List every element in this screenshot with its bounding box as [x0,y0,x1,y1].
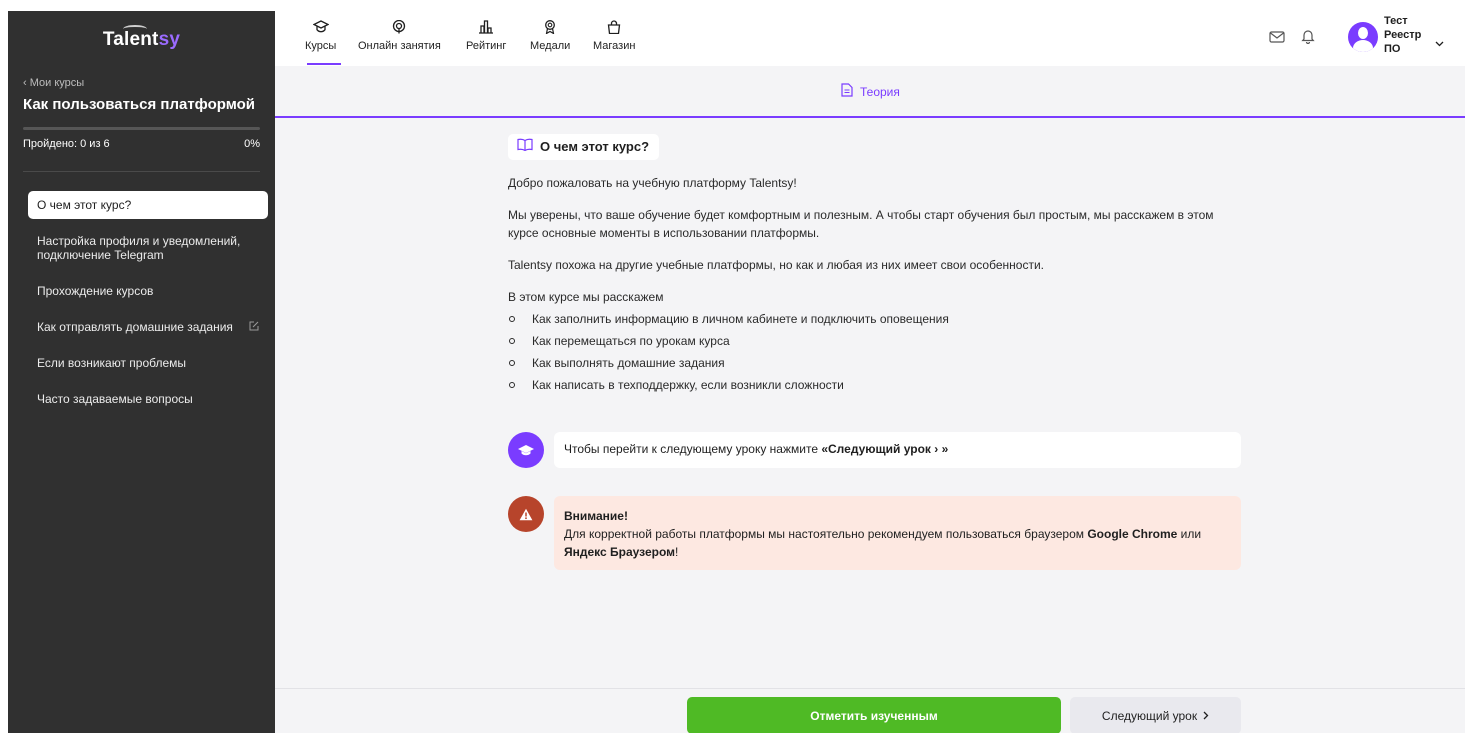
nav-label: Курсы [305,40,337,52]
back-to-my-courses-link[interactable]: ‹ Мои курсы [23,77,84,89]
nav-item-courses[interactable]: Курсы [305,20,336,52]
lesson-label: Прохождение курсов [37,284,154,298]
user-name-line: Реестр [1384,29,1422,41]
tab-theory[interactable]: Теория [841,83,900,100]
list-item: Как перемещаться по урокам курса [508,332,1243,350]
lesson-body: О чем этот курс? Добро пожаловать на уче… [508,134,1243,398]
active-nav-indicator [307,63,341,65]
warning-browser-chrome: Google Chrome [1087,527,1178,541]
lesson-label: Если возникают проблемы [37,356,187,370]
sidebar-divider [23,171,260,172]
section-title-chip: О чем этот курс? [508,134,660,160]
tip-prefix: Чтобы перейти к следующему уроку нажмите [564,442,822,456]
lesson-item-problems[interactable]: Если возникают проблемы [28,349,268,377]
lesson-item-taking-courses[interactable]: Прохождение курсов [28,277,268,305]
lesson-label: Как отправлять домашние задания [37,320,233,334]
lesson-item-about-course[interactable]: О чем этот курс? [28,191,268,219]
nav-item-online-classes[interactable]: Онлайн занятия [358,19,441,52]
logo-swoosh [123,25,147,33]
topics-intro: В этом курсе мы расскажем [508,290,664,304]
document-icon [841,83,853,100]
user-name-line: Тест [1384,15,1408,27]
lesson-tab-bar: Теория [275,66,1465,118]
lesson-list: О чем этот курс? Настройка профиля и уве… [28,191,268,421]
user-name[interactable]: Тест Реестр ПО [1384,14,1434,56]
lesson-item-profile-setup[interactable]: Настройка профиля и уведомлений, подключ… [28,227,268,269]
lesson-item-homework[interactable]: Как отправлять домашние задания [28,313,268,341]
nav-label: Магазин [593,40,636,52]
nav-item-rating[interactable]: Рейтинг [466,20,506,52]
course-title: Как пользоваться платформой [23,96,256,113]
list-item: Как выполнять домашние задания [508,354,1243,372]
features-paragraph: Talentsy похожа на другие учебные платфо… [508,258,1044,272]
chevron-down-icon[interactable] [1435,34,1444,52]
lesson-label: О чем этот курс? [37,198,132,212]
list-item: Как заполнить информацию в личном кабине… [508,310,1243,328]
tip-text: Чтобы перейти к следующему уроку нажмите… [554,432,1241,468]
talentsy-logo[interactable]: Talent sy [8,11,275,69]
lesson-footer: Отметить изученным Следующий урок [275,688,1465,733]
warning-text-part: ! [675,545,679,559]
mail-icon[interactable] [1269,30,1285,48]
avatar-head-shape [1358,27,1368,39]
nav-label: Рейтинг [466,40,507,52]
nav-item-medals[interactable]: Медали [530,20,570,52]
warning-text-part: Для корректной работы платформы мы насто… [564,527,1088,541]
next-lesson-button[interactable]: Следующий урок [1070,697,1241,733]
avatar[interactable] [1348,22,1378,52]
progress-label: Пройдено: 0 из 6 [23,138,110,150]
next-lesson-tip: Чтобы перейти к следующему уроку нажмите… [508,432,1241,470]
browser-warning: Внимание! Для корректной работы платформ… [508,496,1241,570]
warning-text-part: или [1177,527,1202,541]
chevron-right-icon [1203,709,1209,723]
lesson-label: Настройка профиля и уведомлений, подключ… [37,234,241,262]
bell-icon[interactable] [1301,28,1315,49]
sidebar: Talent sy ‹ Мои курсы Как пользоваться пл… [8,11,275,733]
progress-percent: 0% [244,138,260,150]
next-lesson-label: Следующий урок [1101,708,1198,723]
warning-browser-yandex: Яндекс Браузером [564,545,676,559]
edit-icon [248,320,260,335]
nav-item-shop[interactable]: Магазин [593,20,635,52]
shopping-bag-icon [606,20,622,40]
warning-text: Внимание! Для корректной работы платформ… [554,496,1241,570]
warning-title: Внимание! [564,509,628,523]
graduation-cap-icon [312,20,330,40]
tab-theory-label: Теория [860,84,900,99]
lesson-label: Часто задаваемые вопросы [37,392,193,406]
user-name-line: ПО [1384,43,1401,55]
nav-label: Онлайн занятия [358,40,441,52]
list-item: Как написать в техподдержку, если возник… [508,376,1243,394]
tip-bold: «Следующий урок › » [821,442,949,456]
medal-icon [542,20,558,40]
nav-label: Медали [530,40,571,52]
intro-paragraph: Мы уверены, что ваше обучение будет комф… [508,208,1214,240]
section-title: О чем этот курс? [540,139,650,154]
mark-as-studied-button[interactable]: Отметить изученным [687,697,1061,733]
topics-list: Как заполнить информацию в личном кабине… [508,310,1243,394]
broadcast-icon [391,19,407,40]
welcome-paragraph: Добро пожаловать на учебную платформу Ta… [508,176,797,190]
open-book-icon [517,138,533,156]
logo-text-accent: sy [158,29,181,50]
graduation-cap-icon [508,432,544,468]
avatar-body-shape [1353,40,1373,52]
lesson-item-faq[interactable]: Часто задаваемые вопросы [28,385,268,413]
main-content: Теория О чем этот курс? Добро пожаловать… [275,66,1465,733]
course-progress-bar [23,127,260,130]
top-navigation: Курсы Онлайн занятия Рейтинг Медали Мага… [275,0,1465,66]
warning-icon [508,496,544,532]
bar-chart-icon [478,20,494,40]
